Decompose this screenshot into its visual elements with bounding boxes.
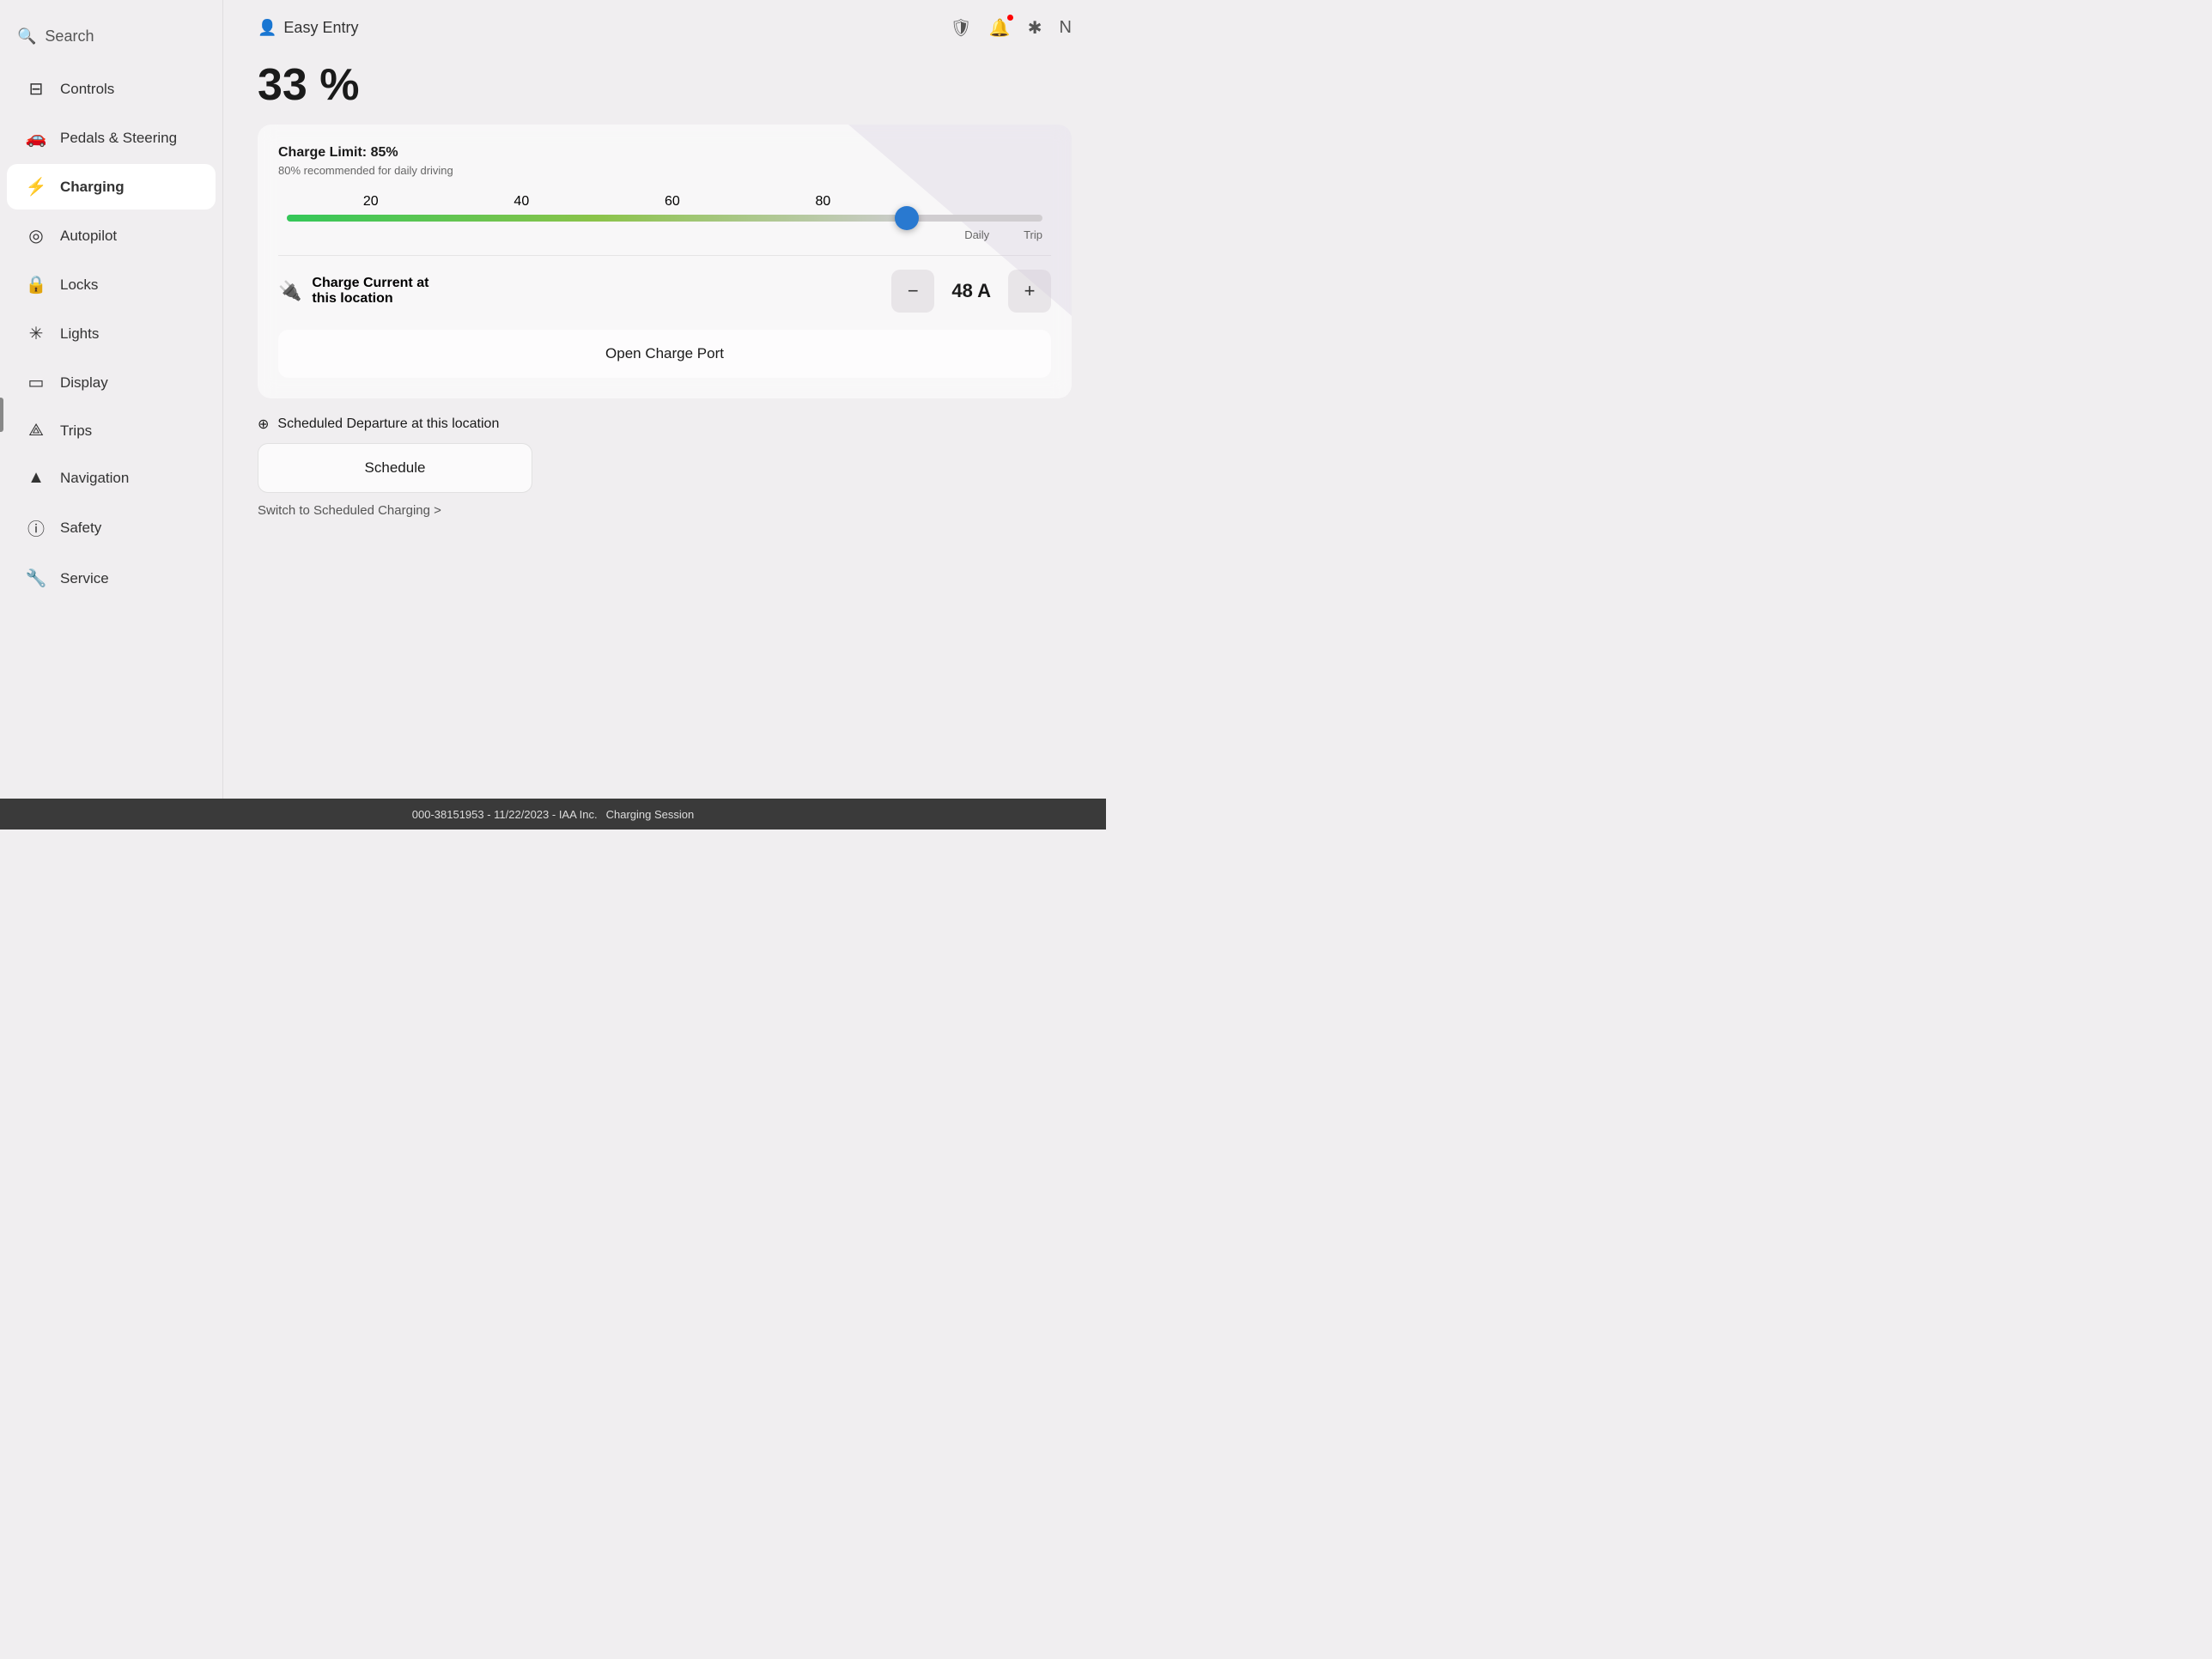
charge-current-controls: − 48 A + [891, 270, 1051, 313]
sidebar: 🔍 Search ⊟ Controls 🚗 Pedals & Steering … [0, 0, 223, 830]
sidebar-item-label: Locks [60, 276, 98, 294]
search-bar[interactable]: 🔍 Search [0, 17, 222, 56]
slider-fill [287, 215, 907, 222]
charge-current-label-line2: this location [312, 291, 428, 307]
scheduled-departure-label: Scheduled Departure at this location [277, 416, 499, 432]
bottom-bar-suffix: Charging Session [606, 808, 695, 821]
slider-labels: 20 40 60 80 [278, 194, 1051, 210]
charge-current-row: 🔌 Charge Current at this location − 48 A… [278, 255, 1051, 319]
scheduled-icon: ⊕ [258, 416, 269, 433]
sidebar-item-label: Controls [60, 81, 114, 98]
charge-current-value: 48 A [934, 280, 1008, 302]
slider-thumb[interactable] [895, 206, 919, 230]
charge-current-label-block: Charge Current at this location [312, 276, 428, 307]
sidebar-item-label: Display [60, 374, 108, 392]
charge-slider-container: 20 40 60 80 Daily Trip [278, 194, 1051, 241]
main-content: 👤 Easy Entry 🛡 🔔 ✱ N 33 % Charge Limit: … [223, 0, 1106, 830]
safety-icon: ⓘ [24, 515, 48, 540]
sidebar-item-label: Trips [60, 422, 92, 440]
lights-icon: ✳ [24, 323, 48, 344]
autopilot-icon: ◎ [24, 225, 48, 246]
sidebar-item-pedals[interactable]: 🚗 Pedals & Steering [7, 115, 216, 161]
schedule-button[interactable]: Schedule [258, 443, 532, 493]
easy-entry-label: Easy Entry [283, 19, 358, 37]
person-icon: 👤 [258, 19, 276, 37]
top-bar-left: 👤 Easy Entry [258, 19, 358, 37]
increase-current-button[interactable]: + [1008, 270, 1051, 313]
plug-icon: 🔌 [278, 280, 301, 302]
easy-entry[interactable]: 👤 Easy Entry [258, 19, 358, 37]
charge-slider-track[interactable] [287, 215, 1042, 222]
sidebar-item-label: Safety [60, 520, 101, 537]
sidebar-item-service[interactable]: 🔧 Service [7, 556, 216, 601]
pedals-icon: 🚗 [24, 127, 48, 149]
navigation-icon: ▲ [24, 468, 48, 488]
sidebar-item-label: Pedals & Steering [60, 130, 177, 147]
charge-current-left: 🔌 Charge Current at this location [278, 276, 428, 307]
daily-label: Daily [964, 228, 989, 241]
trips-icon: ⟁ [24, 421, 48, 441]
bottom-bar-text: 000-38151953 - 11/22/2023 - IAA Inc. [412, 808, 598, 821]
sidebar-item-label: Lights [60, 325, 99, 343]
scheduled-departure: ⊕ Scheduled Departure at this location [258, 416, 1072, 433]
bluetooth-icon[interactable]: ✱ [1028, 17, 1042, 39]
slider-mark-40: 40 [514, 194, 529, 210]
sidebar-item-label: Navigation [60, 470, 129, 487]
slider-mark-60: 60 [665, 194, 680, 210]
sidebar-item-display[interactable]: ▭ Display [7, 360, 216, 405]
charge-limit-label: Charge Limit: 85% [278, 145, 1051, 161]
slider-mark-20: 20 [363, 194, 379, 210]
sidebar-item-label: Autopilot [60, 228, 117, 245]
charge-card: Charge Limit: 85% 80% recommended for da… [258, 125, 1072, 398]
notification-dot [1007, 15, 1013, 21]
battery-percentage: 33 % [258, 59, 1072, 111]
car-icon[interactable]: 🛡 [950, 17, 971, 39]
sidebar-item-autopilot[interactable]: ◎ Autopilot [7, 213, 216, 258]
service-icon: 🔧 [24, 568, 48, 589]
sidebar-item-label: Service [60, 570, 109, 587]
trip-label: Trip [1024, 228, 1042, 241]
sidebar-item-charging[interactable]: ⚡ Charging [7, 164, 216, 210]
top-bar: 👤 Easy Entry 🛡 🔔 ✱ N [258, 17, 1072, 39]
notification-icon[interactable]: 🔔 [989, 17, 1011, 39]
sidebar-item-lights[interactable]: ✳ Lights [7, 311, 216, 356]
bottom-bar: 000-38151953 - 11/22/2023 - IAA Inc. Cha… [0, 799, 1106, 830]
sidebar-item-locks[interactable]: 🔒 Locks [7, 262, 216, 307]
sidebar-item-label: Charging [60, 179, 125, 196]
charge-current-label-line1: Charge Current at [312, 276, 428, 291]
top-bar-icons: 🛡 🔔 ✱ N [950, 17, 1072, 39]
lock-icon: 🔒 [24, 274, 48, 295]
sidebar-item-navigation[interactable]: ▲ Navigation [7, 456, 216, 500]
charge-limit-sub: 80% recommended for daily driving [278, 164, 1051, 177]
left-edge-indicator [0, 398, 3, 432]
sidebar-item-trips[interactable]: ⟁ Trips [7, 409, 216, 453]
slider-daily-trip: Daily Trip [278, 222, 1051, 241]
sidebar-item-controls[interactable]: ⊟ Controls [7, 66, 216, 112]
slider-mark-80: 80 [816, 194, 831, 210]
charging-icon: ⚡ [24, 176, 48, 198]
display-icon: ▭ [24, 372, 48, 393]
switch-charging-link[interactable]: Switch to Scheduled Charging > [258, 503, 1072, 518]
decrease-current-button[interactable]: − [891, 270, 934, 313]
search-icon: 🔍 [17, 27, 36, 46]
sidebar-item-safety[interactable]: ⓘ Safety [7, 503, 216, 552]
search-label: Search [45, 27, 94, 46]
controls-icon: ⊟ [24, 78, 48, 100]
network-icon: N [1060, 18, 1072, 38]
open-charge-port-button[interactable]: Open Charge Port [278, 330, 1051, 378]
